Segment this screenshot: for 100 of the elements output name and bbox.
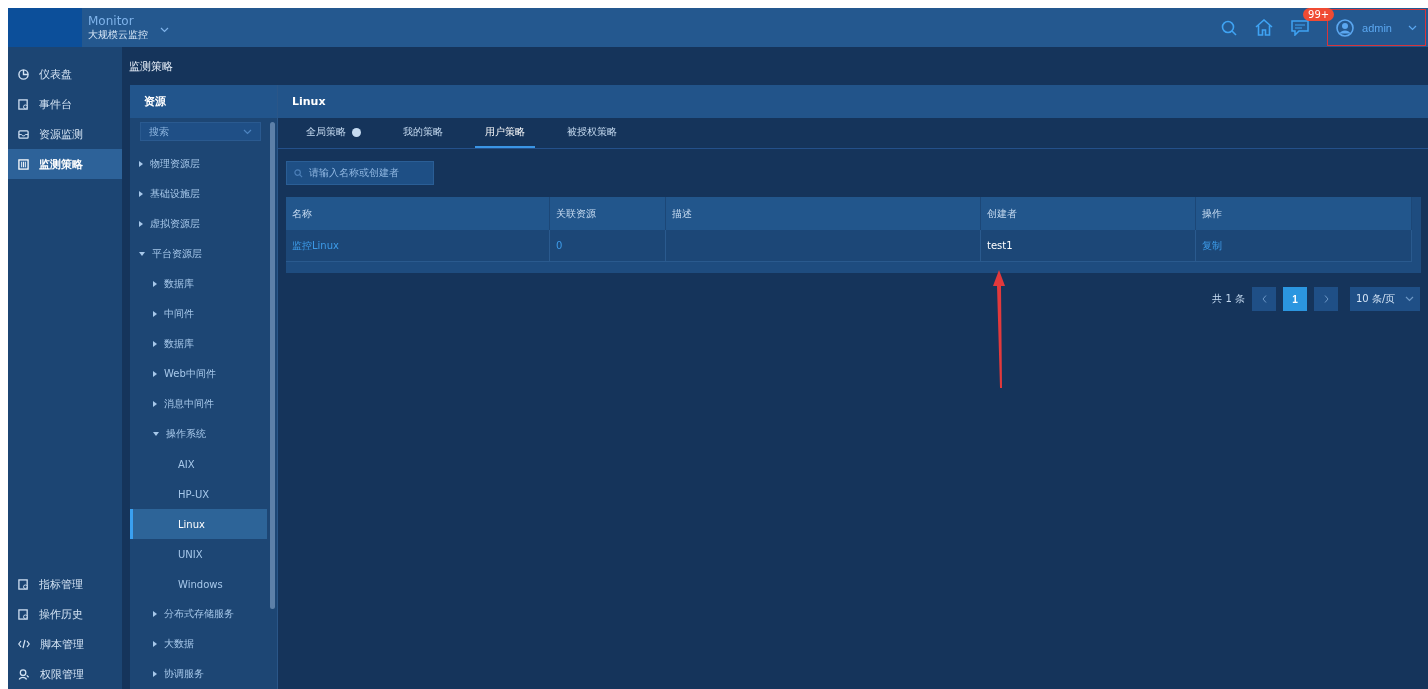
tree-item-label: 中间件 bbox=[164, 307, 194, 321]
caret-right-icon bbox=[153, 371, 157, 377]
code-icon bbox=[18, 639, 30, 649]
table-link[interactable]: 监控Linux bbox=[286, 230, 550, 262]
tree-item[interactable]: 消息中间件 bbox=[130, 389, 267, 419]
caret-right-icon bbox=[153, 671, 157, 677]
tree-item-label: 虚拟资源层 bbox=[150, 217, 200, 231]
caret-right-icon bbox=[153, 641, 157, 647]
tree-item-label: Web中间件 bbox=[164, 367, 216, 381]
home-button[interactable] bbox=[1255, 19, 1274, 36]
tree-item-label: AIX bbox=[178, 458, 195, 470]
caret-right-icon bbox=[153, 401, 157, 407]
caret-down-icon bbox=[139, 252, 145, 256]
tree-item-label: 数据库 bbox=[164, 337, 194, 351]
column-header: 名称 bbox=[286, 197, 550, 230]
help-icon bbox=[352, 127, 361, 137]
tree-item[interactable]: 中间件 bbox=[130, 299, 267, 329]
search-field[interactable]: 请输入名称或创建者 bbox=[286, 161, 434, 185]
nav-item[interactable]: 事件台 bbox=[8, 89, 122, 119]
tree-item[interactable]: 大数据 bbox=[130, 629, 267, 659]
table-link[interactable]: 0 bbox=[550, 230, 666, 262]
tree-item[interactable]: HP-UX bbox=[130, 479, 267, 509]
search-select[interactable]: 搜索 bbox=[140, 122, 261, 141]
tree-item[interactable]: 数据库 bbox=[130, 269, 267, 299]
tree-item[interactable]: 协调服务 bbox=[130, 659, 267, 689]
tree-item[interactable]: Web中间件 bbox=[130, 359, 267, 389]
tree-item[interactable]: Windows bbox=[130, 569, 267, 599]
tree-item[interactable]: 操作系统 bbox=[130, 419, 267, 449]
messages-button[interactable] bbox=[1291, 19, 1310, 36]
tree-item[interactable]: 物理资源层 bbox=[130, 149, 267, 179]
tree-item[interactable]: AIX bbox=[130, 449, 267, 479]
table-link[interactable]: 复制 bbox=[1196, 230, 1412, 262]
page-size-select[interactable]: 10 条/页 bbox=[1350, 287, 1420, 311]
app-name: Monitor bbox=[88, 15, 135, 29]
tree-item[interactable]: 数据库 bbox=[130, 329, 267, 359]
search-icon bbox=[1221, 19, 1238, 36]
tree-item[interactable]: 基础设施层 bbox=[130, 179, 267, 209]
tab[interactable]: 全局策略 bbox=[296, 118, 371, 148]
notification-badge: 99+ bbox=[1303, 8, 1335, 21]
scrollbar[interactable] bbox=[270, 122, 275, 609]
chevron-down-icon bbox=[1408, 24, 1417, 31]
column-header: 关联资源 bbox=[550, 197, 666, 230]
tree-item-label: 消息中间件 bbox=[164, 397, 214, 411]
table-cell: test1 bbox=[981, 230, 1196, 262]
chat-icon bbox=[1291, 19, 1310, 36]
tree-item-label: HP-UX bbox=[178, 488, 210, 500]
tree-item-label: 分布式存储服务 bbox=[164, 607, 234, 621]
column-header: 操作 bbox=[1196, 197, 1412, 230]
tree-item-label: 协调服务 bbox=[164, 667, 204, 681]
tree-item-label: 大数据 bbox=[164, 637, 194, 651]
tree-item-label: 数据库 bbox=[164, 277, 194, 291]
nav-item[interactable]: 资源监测 bbox=[8, 119, 122, 149]
caret-right-icon bbox=[139, 161, 143, 167]
tree-item[interactable]: Linux bbox=[130, 509, 267, 539]
nav-item[interactable]: 仪表盘 bbox=[8, 59, 122, 89]
caret-right-icon bbox=[153, 311, 157, 317]
sliders-icon bbox=[18, 158, 29, 170]
tree-item[interactable]: 虚拟资源层 bbox=[130, 209, 267, 239]
tree-item-label: 平台资源层 bbox=[152, 247, 202, 261]
chevron-right-icon bbox=[1323, 295, 1329, 303]
caret-right-icon bbox=[153, 341, 157, 347]
caret-right-icon bbox=[139, 221, 143, 227]
tree-item-label: 操作系统 bbox=[166, 427, 206, 441]
chevron-left-icon bbox=[1261, 295, 1267, 303]
breadcrumb: 监测策略 bbox=[128, 58, 174, 75]
nav-item[interactable]: 脚本管理 bbox=[8, 629, 122, 659]
tree-item-label: UNIX bbox=[178, 548, 203, 560]
caret-right-icon bbox=[153, 611, 157, 617]
chevron-down-icon bbox=[243, 128, 252, 135]
search-icon bbox=[294, 168, 303, 178]
document-icon bbox=[18, 608, 29, 620]
pie-chart-icon bbox=[18, 68, 29, 80]
home-icon bbox=[1255, 19, 1274, 36]
tab[interactable]: 我的策略 bbox=[393, 118, 453, 148]
column-header: 创建者 bbox=[981, 197, 1196, 230]
chevron-down-icon bbox=[1405, 296, 1414, 302]
caret-right-icon bbox=[139, 191, 143, 197]
tree-item[interactable]: 平台资源层 bbox=[130, 239, 267, 269]
tree-item-label: 物理资源层 bbox=[150, 157, 200, 171]
panel-title: Linux bbox=[278, 85, 1428, 118]
tab[interactable]: 被授权策略 bbox=[557, 118, 627, 148]
nav-item[interactable]: 权限管理 bbox=[8, 659, 122, 689]
tree-item-label: 基础设施层 bbox=[150, 187, 200, 201]
user-icon bbox=[18, 668, 30, 680]
tree-item[interactable]: UNIX bbox=[130, 539, 267, 569]
nav-item[interactable]: 指标管理 bbox=[8, 569, 122, 599]
caret-right-icon bbox=[153, 281, 157, 287]
tree-item[interactable]: 分布式存储服务 bbox=[130, 599, 267, 629]
document-icon bbox=[18, 98, 29, 110]
total-count: 共 1 条 bbox=[1212, 292, 1245, 306]
page-button[interactable]: 1 bbox=[1283, 287, 1307, 311]
document-icon bbox=[18, 578, 29, 590]
tab[interactable]: 用户策略 bbox=[475, 118, 535, 148]
search-button[interactable] bbox=[1221, 19, 1238, 36]
avatar-icon bbox=[1336, 18, 1355, 37]
nav-item[interactable]: 监测策略 bbox=[8, 149, 122, 179]
caret-down-icon bbox=[153, 432, 159, 436]
panel-title: 资源 bbox=[130, 85, 277, 118]
chevron-down-icon bbox=[160, 27, 169, 33]
nav-item[interactable]: 操作历史 bbox=[8, 599, 122, 629]
